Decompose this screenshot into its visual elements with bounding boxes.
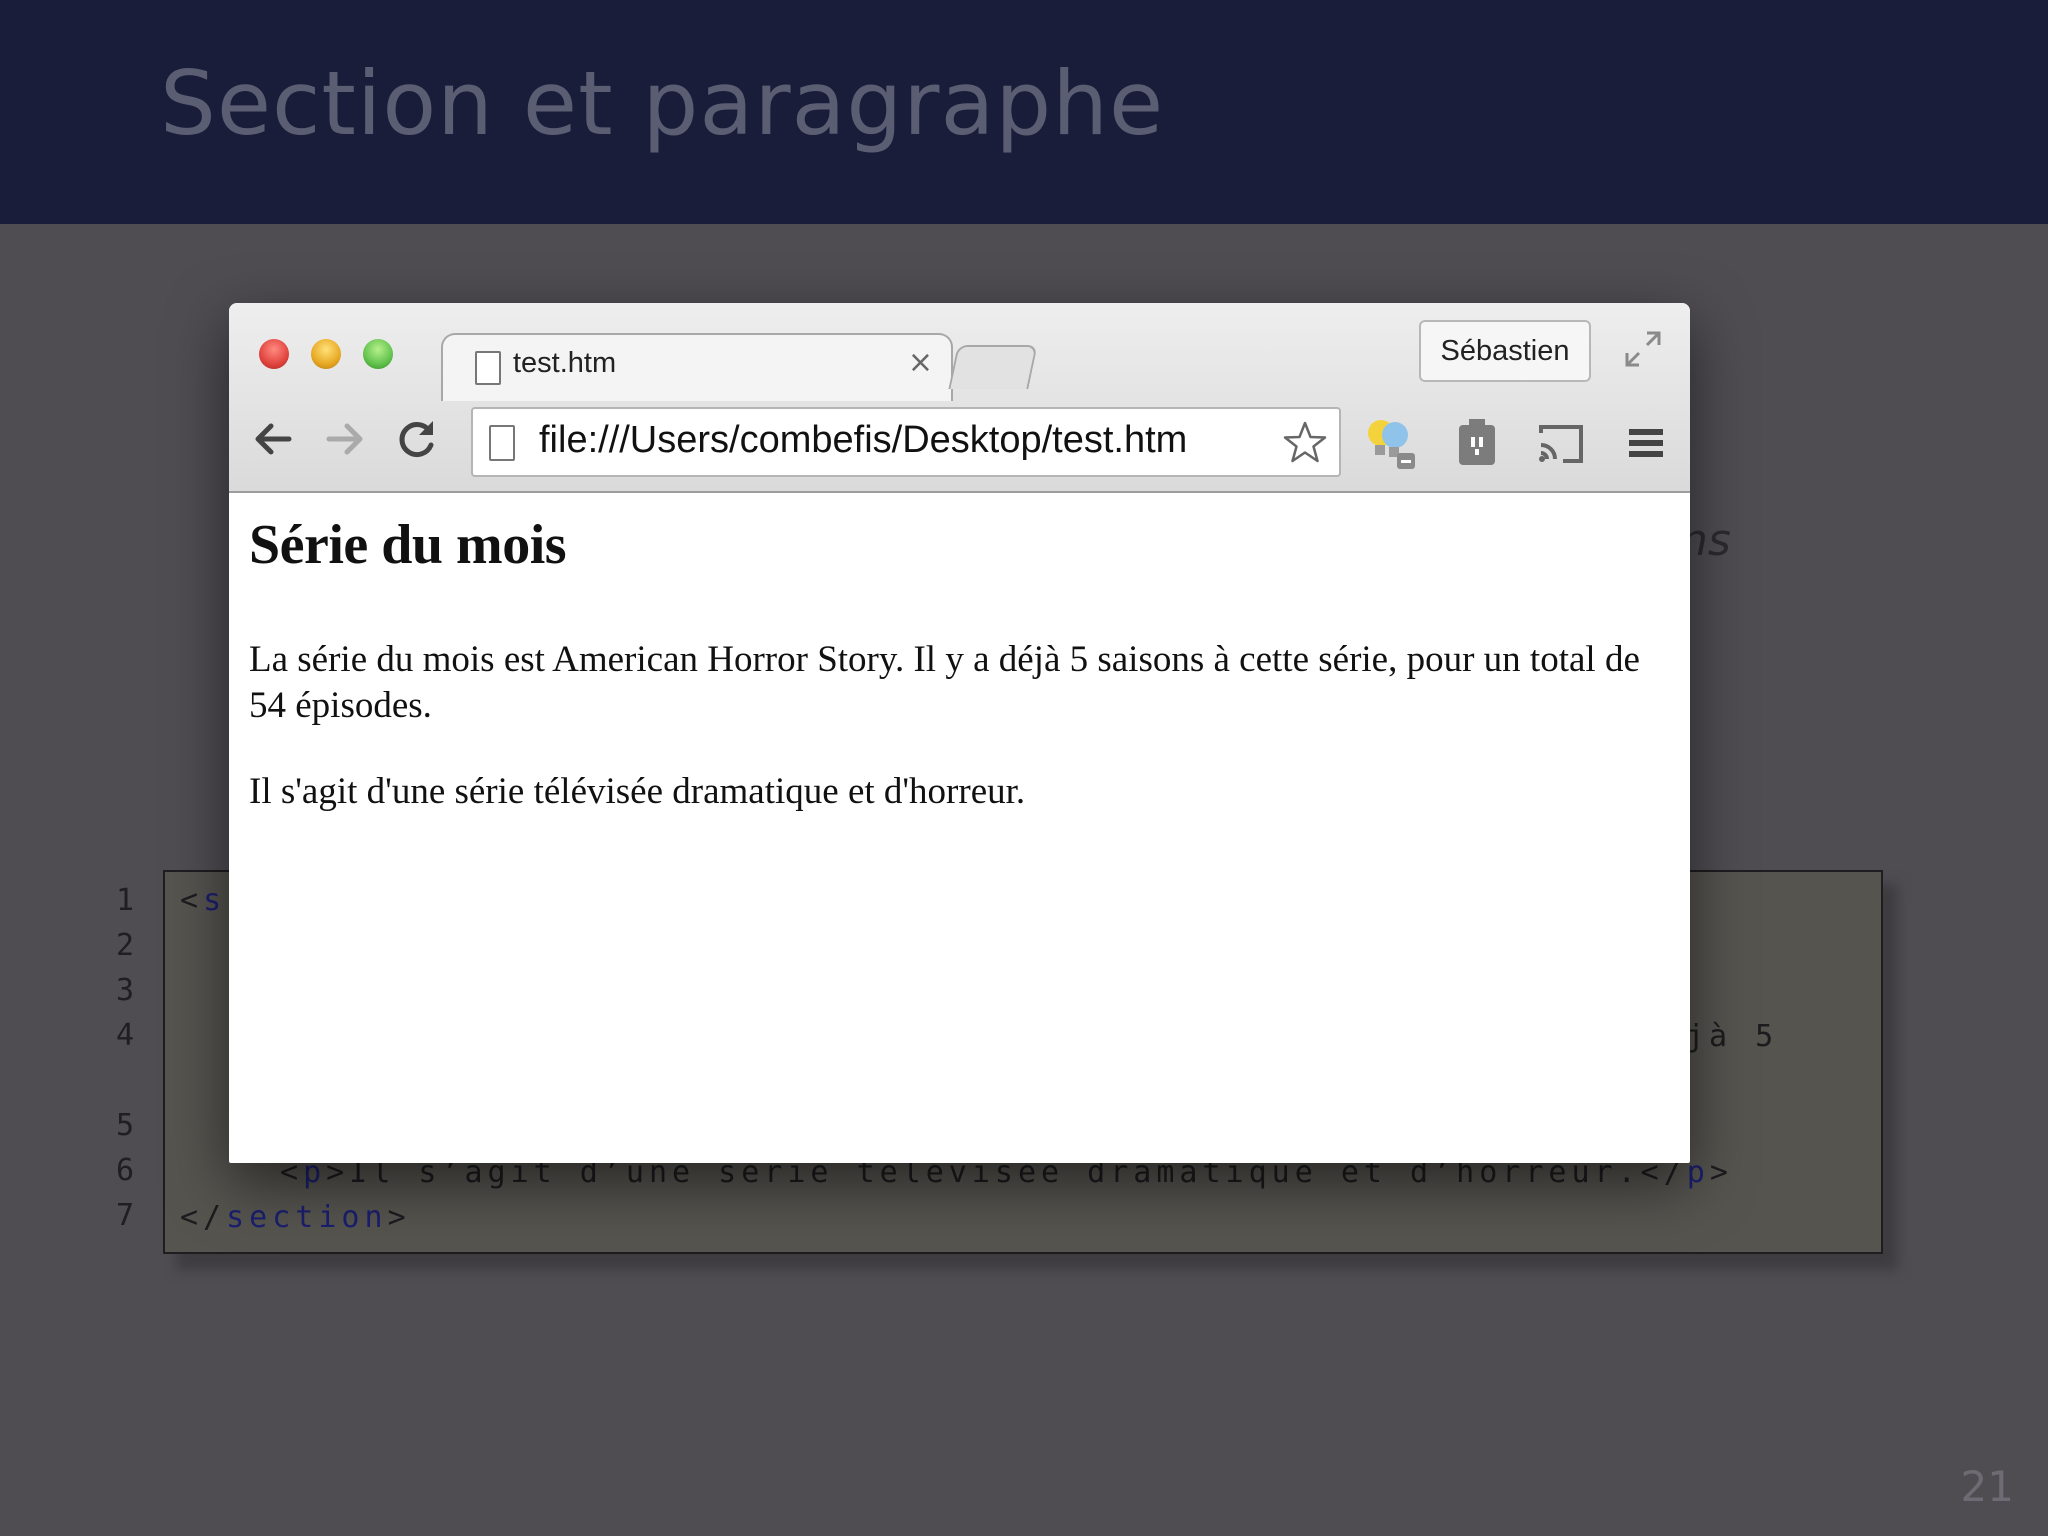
- forward-arrow-icon[interactable]: [321, 415, 369, 463]
- cast-icon[interactable]: [1535, 415, 1587, 471]
- evernote-extension-icon[interactable]: [1451, 415, 1503, 471]
- paragraph: Il s'agit d'une série télévisée dramatiq…: [249, 771, 1026, 812]
- line-number: 6: [115, 1153, 134, 1188]
- line-number: 5: [115, 1108, 134, 1143]
- star-icon[interactable]: [1281, 419, 1329, 467]
- close-tab-icon[interactable]: ×: [908, 345, 933, 380]
- browser-window: test.htm × Sébastien file:///Users/combe…: [229, 303, 1690, 1163]
- lightbulb-extension-icon[interactable]: [1365, 415, 1417, 471]
- url-text[interactable]: file:///Users/combefis/Desktop/test.htm: [539, 419, 1187, 462]
- code-line-7: </section>: [180, 1200, 411, 1235]
- page-icon: [475, 351, 501, 385]
- paragraph: La série du mois est American Horror Sto…: [249, 639, 1640, 726]
- code-line-4-fragment: jà 5: [1686, 1019, 1779, 1054]
- close-window-button[interactable]: [259, 339, 289, 369]
- address-bar[interactable]: file:///Users/combefis/Desktop/test.htm: [471, 407, 1341, 477]
- slide-title: Section et paragraphe: [160, 52, 1165, 155]
- menu-icon[interactable]: [1621, 415, 1673, 471]
- minimize-window-button[interactable]: [311, 339, 341, 369]
- line-number: 7: [115, 1198, 134, 1233]
- line-number: 4: [115, 1018, 134, 1053]
- page-icon: [489, 425, 515, 461]
- reload-icon[interactable]: [393, 415, 441, 463]
- page-heading: Série du mois: [249, 514, 567, 576]
- line-number: 3: [115, 973, 134, 1008]
- page-content: Série du mois La série du mois est Ameri…: [249, 513, 1669, 812]
- new-tab-button[interactable]: [948, 345, 1038, 389]
- tab-test-htm[interactable]: test.htm ×: [441, 333, 953, 401]
- code-line-numbers: 1 2 3 4 5 6 7: [94, 878, 134, 1238]
- back-arrow-icon[interactable]: [249, 415, 297, 463]
- slide-number: 21: [1960, 1462, 2014, 1511]
- tab-title: test.htm: [513, 347, 617, 379]
- line-number: 1: [115, 883, 134, 918]
- line-number: 2: [115, 928, 134, 963]
- browser-chrome: test.htm × Sébastien file:///Users/combe…: [229, 303, 1690, 493]
- code-line-1: <s: [180, 883, 227, 918]
- fullscreen-icon[interactable]: [1623, 329, 1663, 369]
- slide-header: Section et paragraphe: [0, 0, 2048, 224]
- profile-button[interactable]: Sébastien: [1419, 320, 1591, 382]
- zoom-window-button[interactable]: [363, 339, 393, 369]
